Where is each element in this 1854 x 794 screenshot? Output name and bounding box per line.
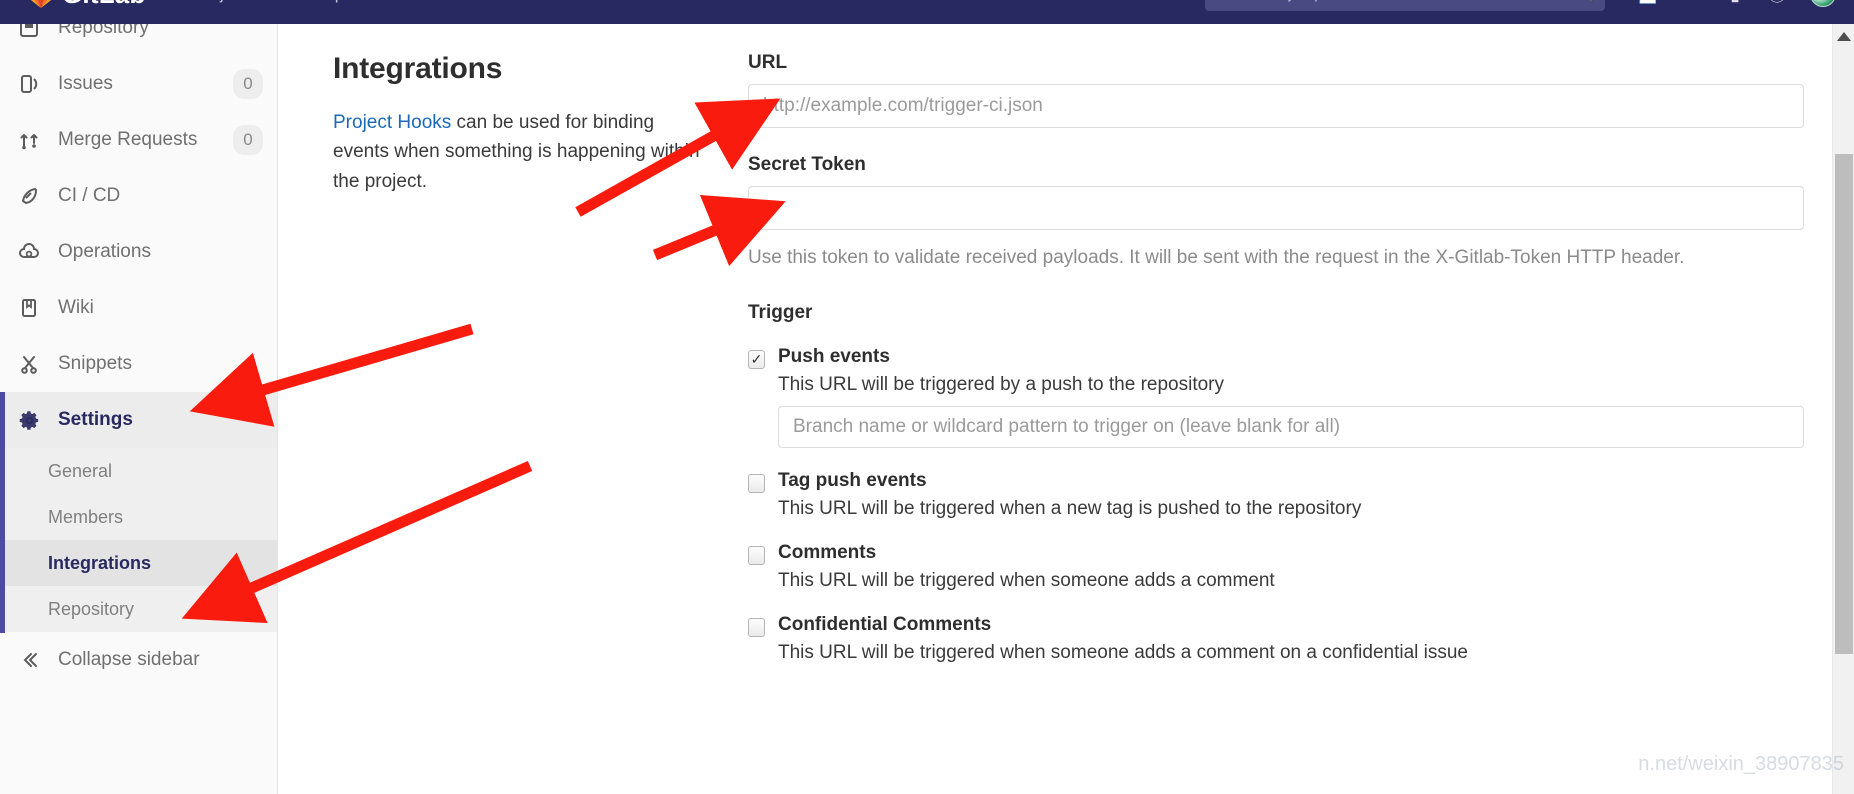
trigger-tag-push-events[interactable]: Tag push events This URL will be trigger…: [748, 470, 1804, 520]
merge-requests-count-badge: 0: [233, 125, 263, 155]
gitlab-logo[interactable]: GitLab: [26, 0, 146, 10]
top-nav-right-group: Search or jump to... 🔍 📄 ⇅ ▮ ⓘ: [1204, 0, 1854, 11]
trigger-push-events[interactable]: ✓ Push events This URL will be triggered…: [748, 346, 1804, 448]
secret-token-field-label: Secret Token: [748, 154, 866, 175]
trigger-description: This URL will be triggered by a push to …: [778, 373, 1225, 395]
sidebar-item-merge-requests[interactable]: Merge Requests 0: [0, 112, 277, 168]
sidebar-item-snippets[interactable]: Snippets: [0, 336, 277, 392]
sidebar-item-label: CI / CD: [58, 185, 121, 206]
rocket-icon: [18, 185, 46, 207]
comments-checkbox[interactable]: [748, 545, 765, 565]
trigger-label: Push events: [778, 345, 890, 367]
issues-icon[interactable]: ▮: [1716, 0, 1754, 5]
sidebar-item-wiki[interactable]: Wiki: [0, 280, 277, 336]
sidebar-item-label: Merge Requests: [58, 129, 198, 150]
scrollbar-thumb[interactable]: [1835, 154, 1853, 654]
book-icon: [18, 297, 46, 319]
trigger-description: This URL will be triggered when a new ta…: [778, 497, 1362, 519]
page-description: Project Hooks can be used for binding ev…: [333, 108, 703, 196]
sidebar-item-operations[interactable]: Operations: [0, 224, 277, 280]
sidebar-item-label: Settings: [58, 409, 133, 430]
scissors-icon: [18, 353, 46, 375]
cloud-gear-icon: [18, 241, 46, 263]
url-field-group: URL: [748, 52, 1804, 128]
issues-count-badge: 0: [233, 69, 263, 99]
url-field-label: URL: [748, 52, 788, 73]
topnav-link-projects[interactable]: Projects: [194, 0, 255, 4]
topnav-link-groups[interactable]: Groups: [297, 0, 353, 4]
sidebar-item-label: Repository: [58, 24, 149, 38]
sidebar-item-ci-cd[interactable]: CI / CD: [0, 168, 277, 224]
top-navigation-bar: GitLab Projects Groups More ✎ Search or …: [0, 0, 1854, 24]
webhook-form: URL Secret Token Use this token to valid…: [748, 52, 1804, 664]
avatar[interactable]: [1810, 0, 1836, 7]
sidebar-subitem-repository[interactable]: Repository: [0, 586, 277, 632]
sidebar-item-label: Wiki: [58, 297, 94, 318]
trigger-description: This URL will be triggered when someone …: [778, 569, 1275, 591]
trigger-label: Confidential Comments: [778, 613, 992, 635]
pencil-icon[interactable]: ✎: [477, 0, 495, 7]
help-icon[interactable]: ⓘ: [1754, 0, 1800, 7]
top-nav-links: Projects Groups More: [194, 0, 434, 4]
sidebar-subitem-label: General: [48, 460, 113, 481]
project-sidebar: Repository Issues 0 Merge Requests 0 CI …: [0, 24, 278, 794]
confidential-comments-checkbox[interactable]: [748, 617, 765, 637]
sidebar-item-issues[interactable]: Issues 0: [0, 56, 277, 112]
trigger-comments[interactable]: Comments This URL will be triggered when…: [748, 542, 1804, 592]
sidebar-item-label: Issues: [58, 73, 113, 94]
sidebar-scrollbar[interactable]: [1832, 24, 1854, 794]
integrations-intro-column: Integrations Project Hooks can be used f…: [333, 52, 703, 196]
push-branch-filter-input[interactable]: [778, 405, 1804, 448]
todos-icon[interactable]: 📄: [1623, 0, 1673, 5]
secret-token-field-group: Secret Token Use this token to validate …: [748, 154, 1804, 272]
sidebar-subitem-label: Integrations: [48, 552, 152, 573]
trigger-label: Tag push events: [778, 469, 927, 491]
sidebar-item-collapse-sidebar[interactable]: Collapse sidebar: [0, 632, 277, 688]
sidebar-item-label: Operations: [58, 241, 151, 262]
trigger-description: This URL will be triggered when someone …: [778, 641, 1468, 663]
project-hooks-link[interactable]: Project Hooks: [333, 112, 451, 133]
sidebar-item-settings[interactable]: Settings: [0, 392, 277, 448]
trigger-section-label: Trigger: [748, 301, 813, 323]
sidebar-item-label: Collapse sidebar: [58, 649, 200, 670]
settings-submenu: General Members Integrations Repository: [0, 448, 277, 633]
sidebar-item-repository[interactable]: Repository: [0, 24, 277, 56]
search-icon[interactable]: 🔍: [1576, 0, 1595, 3]
sidebar-subitem-label: Members: [48, 506, 124, 527]
watermark: n.net/weixin_38907835: [1638, 753, 1844, 775]
gitlab-integrations-page: GitLab Projects Groups More ✎ Search or …: [0, 0, 1854, 794]
trigger-confidential-comments[interactable]: Confidential Comments This URL will be t…: [748, 614, 1804, 664]
trigger-body: Tag push events This URL will be trigger…: [778, 470, 1804, 520]
search-placeholder: Search or jump to...: [1215, 0, 1355, 3]
sidebar-scroll-container: Repository Issues 0 Merge Requests 0 CI …: [0, 24, 277, 688]
trigger-label: Comments: [778, 541, 877, 563]
scroll-up-arrow-icon[interactable]: [1836, 32, 1851, 41]
trigger-body: Push events This URL will be triggered b…: [778, 346, 1804, 448]
push-branch-filter-wrap: [778, 405, 1804, 448]
sidebar-subitem-integrations[interactable]: Integrations: [0, 540, 277, 586]
search-input[interactable]: Search or jump to... 🔍: [1204, 0, 1605, 11]
secret-token-input[interactable]: [748, 186, 1804, 230]
secret-token-help-text: Use this token to validate received payl…: [748, 247, 1685, 268]
trigger-body: Confidential Comments This URL will be t…: [778, 614, 1804, 664]
tag-push-events-checkbox[interactable]: [748, 473, 765, 493]
topnav-link-more[interactable]: More: [395, 0, 434, 4]
url-input[interactable]: [748, 84, 1804, 128]
main-content: Integrations Project Hooks can be used f…: [300, 24, 1854, 794]
collapse-icon: [18, 649, 46, 671]
merge-requests-icon: [18, 129, 46, 151]
repository-icon: [18, 24, 46, 39]
issues-icon: [18, 73, 46, 95]
tanuki-icon: [30, 0, 52, 8]
sidebar-subitem-general[interactable]: General: [0, 448, 277, 494]
push-events-checkbox[interactable]: ✓: [748, 349, 765, 369]
sidebar-subitem-label: Repository: [48, 598, 135, 619]
merge-requests-icon[interactable]: ⇅: [1673, 0, 1716, 5]
sidebar-item-label: Snippets: [58, 353, 132, 374]
page-title: Integrations: [333, 52, 503, 85]
sidebar-subitem-members[interactable]: Members: [0, 494, 277, 540]
gitlab-wordmark: GitLab: [62, 0, 146, 10]
gear-icon: [18, 409, 46, 432]
trigger-body: Comments This URL will be triggered when…: [778, 542, 1804, 592]
